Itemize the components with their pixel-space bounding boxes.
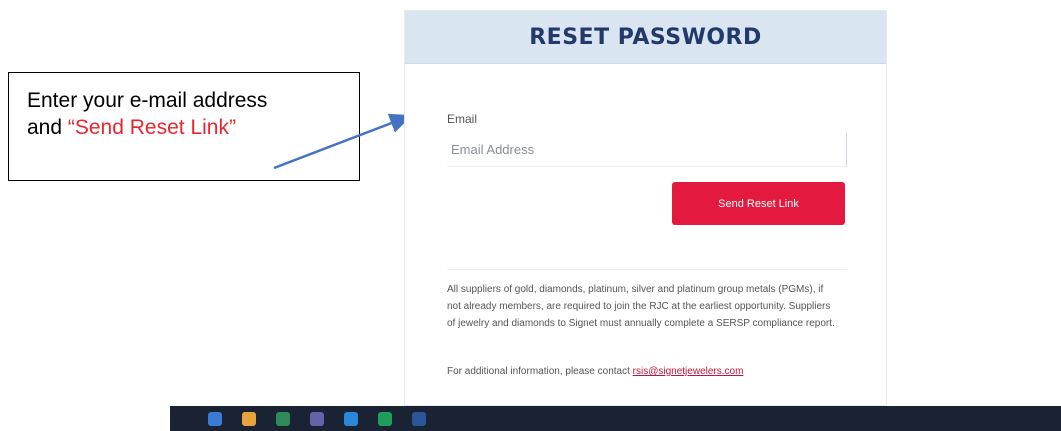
callout-line-2-prefix: and (27, 116, 68, 139)
callout-line-2: and “Send Reset Link” (27, 114, 359, 141)
page-title: RESET PASSWORD (529, 24, 762, 50)
send-reset-link-button[interactable]: Send Reset Link (672, 182, 845, 225)
callout-line-1: Enter your e-mail address (27, 89, 268, 112)
contact-prefix: For additional information, please conta… (447, 366, 633, 377)
chrome-icon[interactable] (242, 411, 256, 426)
word-icon[interactable] (412, 411, 426, 426)
email-field[interactable] (447, 133, 847, 167)
callout-highlight: “Send Reset Link” (67, 116, 236, 139)
card-header: RESET PASSWORD (405, 11, 886, 64)
excel-icon[interactable] (276, 411, 290, 426)
outlook-icon[interactable] (344, 411, 358, 426)
supplier-notice: All suppliers of gold, diamonds, platinu… (447, 284, 835, 329)
reset-password-card: RESET PASSWORD Email Send Reset Link All… (404, 10, 887, 406)
contact-info: For additional information, please conta… (447, 366, 847, 377)
instruction-callout: Enter your e-mail address and “Send Rese… (8, 72, 360, 181)
contact-email-link[interactable]: rsis@signetjewelers.com (633, 366, 744, 377)
spreadsheet-icon[interactable] (378, 411, 392, 426)
taskbar (170, 406, 1061, 431)
file-explorer-icon[interactable] (208, 411, 222, 426)
email-label: Email (447, 112, 478, 126)
teams-icon[interactable] (310, 411, 324, 426)
divider (447, 269, 847, 270)
